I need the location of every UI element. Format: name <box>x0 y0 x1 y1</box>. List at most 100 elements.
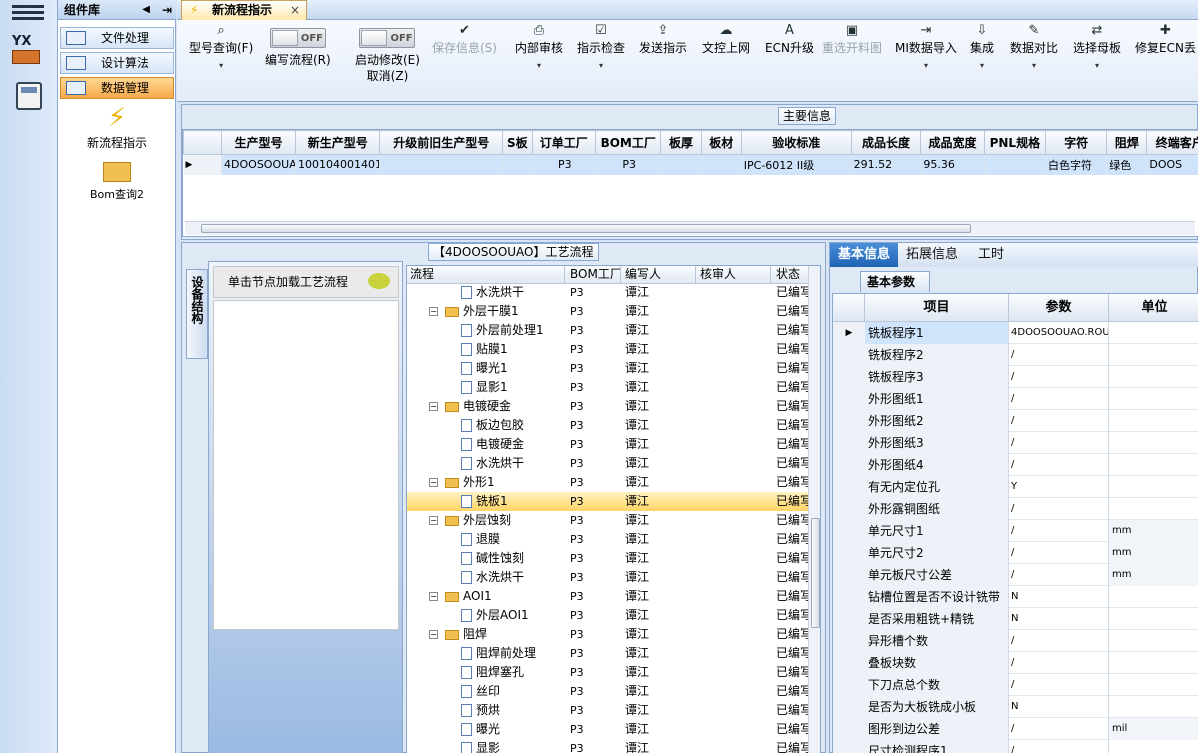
params-row[interactable]: 有无内定位孔 Y <box>833 476 1198 498</box>
collapse-icon[interactable]: − <box>429 478 438 487</box>
params-row[interactable]: 尺寸检测程序1/ <box>833 740 1198 753</box>
param-value[interactable]: / <box>1009 718 1109 740</box>
tree-row[interactable]: − 阻焊 P3 谭江 已编写 <box>407 625 809 644</box>
params-row[interactable]: 外形图纸4/ <box>833 454 1198 476</box>
column-header[interactable]: 生产型号 <box>221 130 296 155</box>
table-cell[interactable]: IPC-6012 II级 <box>741 154 852 175</box>
params-row[interactable]: 叠板块数 / <box>833 652 1198 674</box>
horizontal-scrollbar[interactable] <box>185 221 1195 235</box>
params-row[interactable]: 外形图纸3/ <box>833 432 1198 454</box>
toolbar-button-6[interactable]: ⇪ 发送指示 <box>639 22 687 56</box>
params-row[interactable]: 外形图纸1/ <box>833 388 1198 410</box>
dropdown-icon[interactable]: ▾ <box>577 58 625 74</box>
params-row[interactable]: 外形露铜图纸 / <box>833 498 1198 520</box>
vertical-scrollbar[interactable] <box>808 266 820 753</box>
params-row[interactable]: ▶铣板程序14DOOSOOUAO.ROUBK <box>833 322 1198 344</box>
tree-row[interactable]: 碱性蚀刻 P3 谭江 已编写 <box>407 549 809 568</box>
param-value[interactable]: / <box>1009 542 1109 564</box>
side-tab-equipment[interactable]: 设备结构 <box>186 269 208 359</box>
lib-item-design-algorithm[interactable]: 设计算法 <box>60 52 174 74</box>
lib-item-data-management[interactable]: 数据管理 <box>60 77 174 99</box>
close-icon[interactable]: × <box>290 1 300 20</box>
param-value[interactable]: Y <box>1009 476 1109 498</box>
column-header[interactable]: 终端客户 <box>1146 130 1198 155</box>
collapse-icon[interactable]: − <box>429 630 438 639</box>
param-value[interactable]: N <box>1009 608 1109 630</box>
tree-column-header[interactable]: BOM工厂 <box>567 266 621 283</box>
toolbar-button-2[interactable]: OFF 启动修改(E) 取消(Z) <box>355 22 420 84</box>
params-row[interactable]: 铣板程序2/ <box>833 344 1198 366</box>
tree-column-header[interactable]: 状态 <box>773 266 811 283</box>
toolbar-button-3[interactable]: ✔ 保存信息(S) <box>432 22 497 56</box>
collapse-left-icon[interactable]: ◀ <box>142 0 150 20</box>
params-row[interactable]: 钻槽位置是否不设计铣带 N <box>833 586 1198 608</box>
table-cell[interactable]: 95.36 <box>920 154 985 175</box>
tree-row[interactable]: 铣板1 P3 谭江 已编写 <box>407 492 809 511</box>
dropdown-icon[interactable]: ▾ <box>515 58 563 74</box>
tree-row[interactable]: 外层前处理1 P3 谭江 已编写 <box>407 321 809 340</box>
dropdown-icon[interactable]: ▾ <box>895 58 957 74</box>
table-cell[interactable] <box>379 154 504 175</box>
column-header[interactable]: 成品宽度 <box>920 130 985 155</box>
params-tab-2[interactable]: 工时 <box>970 243 1012 267</box>
param-value[interactable]: / <box>1009 740 1109 753</box>
params-row[interactable]: 外形图纸2/ <box>833 410 1198 432</box>
hint-box[interactable]: 单击节点加载工艺流程 <box>213 266 399 298</box>
column-header[interactable]: 成品长度 <box>850 130 922 155</box>
tree-row[interactable]: 水洗烘干 P3 谭江 已编写 <box>407 454 809 473</box>
table-cell[interactable]: P3 <box>532 154 596 175</box>
params-row[interactable]: 是否为大板铣成小板 N <box>833 696 1198 718</box>
toolbar-button-13[interactable]: ⇄ 选择母板 ▾ <box>1073 22 1121 74</box>
tree-row[interactable]: − AOI1 P3 谭江 已编写 <box>407 587 809 606</box>
column-header[interactable]: 板厚 <box>660 130 702 155</box>
param-value[interactable]: / <box>1009 498 1109 520</box>
tree-column-header[interactable]: 核审人 <box>697 266 771 283</box>
table-cell[interactable]: DOOS <box>1146 154 1198 175</box>
tool-bom-query[interactable]: Bom查询2 <box>58 160 176 206</box>
collapse-icon[interactable]: − <box>429 402 438 411</box>
table-cell[interactable]: P3 <box>595 154 662 175</box>
yx-logo[interactable]: YX <box>12 35 46 68</box>
collapse-icon[interactable]: − <box>429 307 438 316</box>
param-value[interactable]: / <box>1009 410 1109 432</box>
tool-new-process[interactable]: ⚡ 新流程指示 <box>58 102 176 152</box>
toolbar-button-10[interactable]: ⇥ MI数据导入 ▾ <box>895 22 957 74</box>
param-value[interactable]: / <box>1009 388 1109 410</box>
param-value[interactable]: / <box>1009 630 1109 652</box>
calculator-icon[interactable] <box>16 82 42 110</box>
table-cell[interactable]: 绿色 <box>1106 154 1148 175</box>
params-row[interactable]: 单元尺寸1/mm <box>833 520 1198 542</box>
dropdown-icon[interactable]: ▾ <box>970 58 994 74</box>
tab-basic-params[interactable]: 基本参数 <box>860 271 930 292</box>
tab-new-process[interactable]: ⚡ 新流程指示 × <box>181 0 307 21</box>
table-cell[interactable]: 291.52 <box>851 154 922 175</box>
params-tab-0[interactable]: 基本信息 <box>830 243 899 267</box>
column-header[interactable]: 升级前旧生产型号 <box>379 130 504 155</box>
table-cell[interactable]: 10010400140111 <box>295 154 381 175</box>
dropdown-icon[interactable]: ▾ <box>1010 58 1058 74</box>
params-row[interactable]: 异形槽个数 / <box>833 630 1198 652</box>
param-value[interactable]: N <box>1009 696 1109 718</box>
tree-row[interactable]: − 外层干膜1 P3 谭江 已编写 <box>407 302 809 321</box>
toolbar-button-0[interactable]: ⌕ 型号查询(F) ▾ <box>189 22 253 74</box>
params-row[interactable]: 图形到边公差 / mil <box>833 718 1198 740</box>
column-header[interactable]: 字符 <box>1044 130 1108 155</box>
pin-icon[interactable]: ⇥ <box>162 0 172 20</box>
tree-row[interactable]: 阻焊塞孔 P3 谭江 已编写 <box>407 663 809 682</box>
param-value[interactable]: 4DOOSOOUAO.ROUBK <box>1009 322 1109 344</box>
toolbar-button-4[interactable]: ⎙ 内部审核 ▾ <box>515 22 563 74</box>
toolbar-button-12[interactable]: ✎ 数据对比 ▾ <box>1010 22 1058 74</box>
param-value[interactable]: / <box>1009 564 1109 586</box>
tree-row[interactable]: 贴膜1 P3 谭江 已编写 <box>407 340 809 359</box>
table-cell[interactable] <box>502 154 533 175</box>
param-value[interactable]: / <box>1009 454 1109 476</box>
toolbar-button-5[interactable]: ☑ 指示检查 ▾ <box>577 22 625 74</box>
params-row[interactable]: 单元尺寸2/mm <box>833 542 1198 564</box>
table-cell[interactable] <box>984 154 1046 175</box>
param-value[interactable]: / <box>1009 520 1109 542</box>
params-column-header[interactable]: 单位 <box>1109 294 1198 322</box>
column-header[interactable]: PNL规格 <box>983 130 1046 155</box>
tree-row[interactable]: 显影 P3 谭江 已编写 <box>407 739 809 753</box>
params-tab-1[interactable]: 拓展信息 <box>898 243 966 267</box>
off-toggle[interactable]: OFF <box>359 28 416 48</box>
